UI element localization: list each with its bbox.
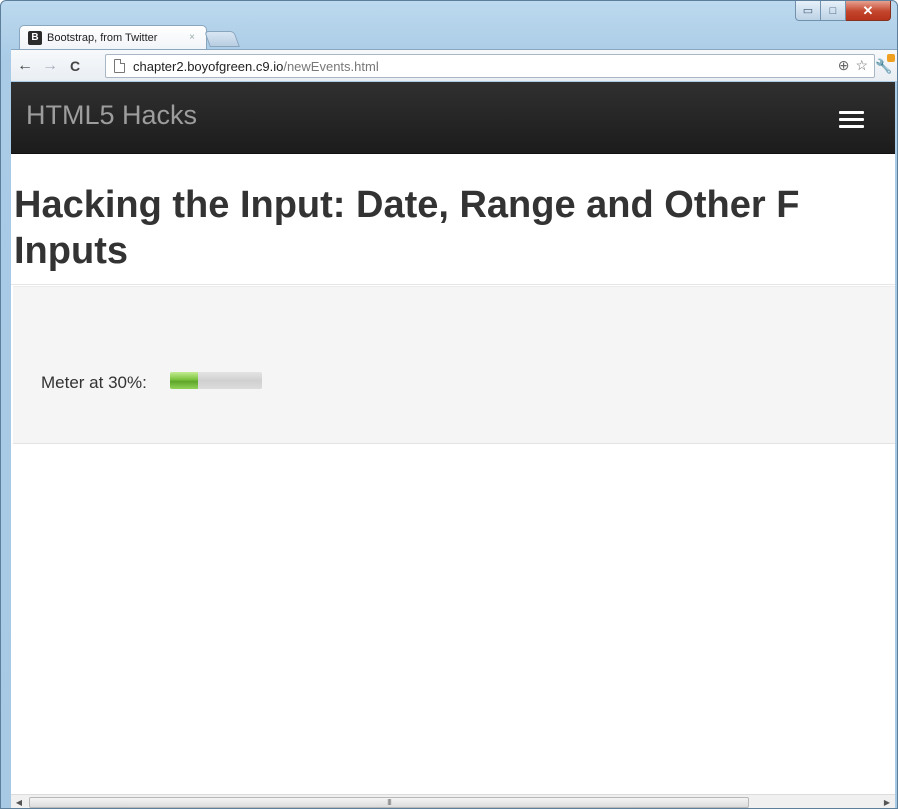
meter bbox=[170, 372, 262, 389]
page-title: Hacking the Input: Date, Range and Other… bbox=[14, 182, 895, 274]
zoom-icon[interactable]: ⊕ bbox=[838, 57, 850, 74]
page-viewport: HTML5 Hacks Hacking the Input: Date, Ran… bbox=[11, 82, 895, 794]
meter-label: Meter at 30%: bbox=[41, 373, 147, 392]
content-well: Meter at 30%: bbox=[13, 286, 895, 444]
meter-fill bbox=[170, 372, 198, 389]
page-title-line-1: Hacking the Input: Date, Range and Other… bbox=[14, 184, 800, 226]
reload-button[interactable]: C bbox=[64, 55, 86, 77]
url-path: /newEvents.html bbox=[283, 58, 379, 74]
scroll-left-icon[interactable]: ◀ bbox=[11, 795, 27, 808]
address-bar-actions: ⊕ ☆ bbox=[832, 57, 868, 74]
scroll-right-icon[interactable]: ▶ bbox=[879, 795, 895, 808]
menu-toggle-icon[interactable] bbox=[829, 104, 873, 134]
browser-tab[interactable]: B Bootstrap, from Twitter × bbox=[19, 25, 207, 49]
forward-button[interactable]: → bbox=[39, 55, 61, 77]
maximize-button[interactable]: □ bbox=[821, 1, 846, 21]
header-divider bbox=[11, 284, 895, 285]
navbar-brand[interactable]: HTML5 Hacks bbox=[26, 100, 197, 131]
tab-close-icon[interactable]: × bbox=[184, 32, 200, 43]
wrench-icon[interactable]: 🔧 bbox=[873, 54, 895, 76]
scrollbar-grip: III bbox=[387, 798, 392, 807]
page-icon bbox=[114, 59, 125, 73]
update-badge-icon bbox=[887, 54, 895, 62]
minimize-button[interactable]: ▭ bbox=[795, 1, 821, 21]
bootstrap-favicon-icon: B bbox=[28, 30, 42, 45]
close-window-button[interactable]: ✕ bbox=[846, 1, 891, 21]
browser-toolbar: ← → C chapter2.boyofgreen.c9.io/newEvent… bbox=[11, 49, 897, 81]
tab-title: Bootstrap, from Twitter bbox=[47, 31, 158, 44]
scrollbar-thumb[interactable]: III bbox=[29, 797, 749, 808]
new-tab-button[interactable] bbox=[204, 31, 240, 47]
star-icon[interactable]: ☆ bbox=[855, 57, 868, 74]
page-title-line-2: Inputs bbox=[14, 230, 128, 272]
site-navbar: HTML5 Hacks bbox=[11, 82, 895, 154]
browser-window: ▭ □ ✕ B Bootstrap, from Twitter × ← → C … bbox=[0, 0, 898, 809]
horizontal-scrollbar[interactable]: ◀ III ▶ bbox=[11, 794, 895, 808]
url-host: chapter2.boyofgreen.c9.io bbox=[133, 58, 284, 74]
back-button[interactable]: ← bbox=[14, 55, 36, 77]
window-controls: ▭ □ ✕ bbox=[795, 1, 891, 21]
address-bar[interactable]: chapter2.boyofgreen.c9.io/newEvents.html… bbox=[105, 54, 875, 78]
